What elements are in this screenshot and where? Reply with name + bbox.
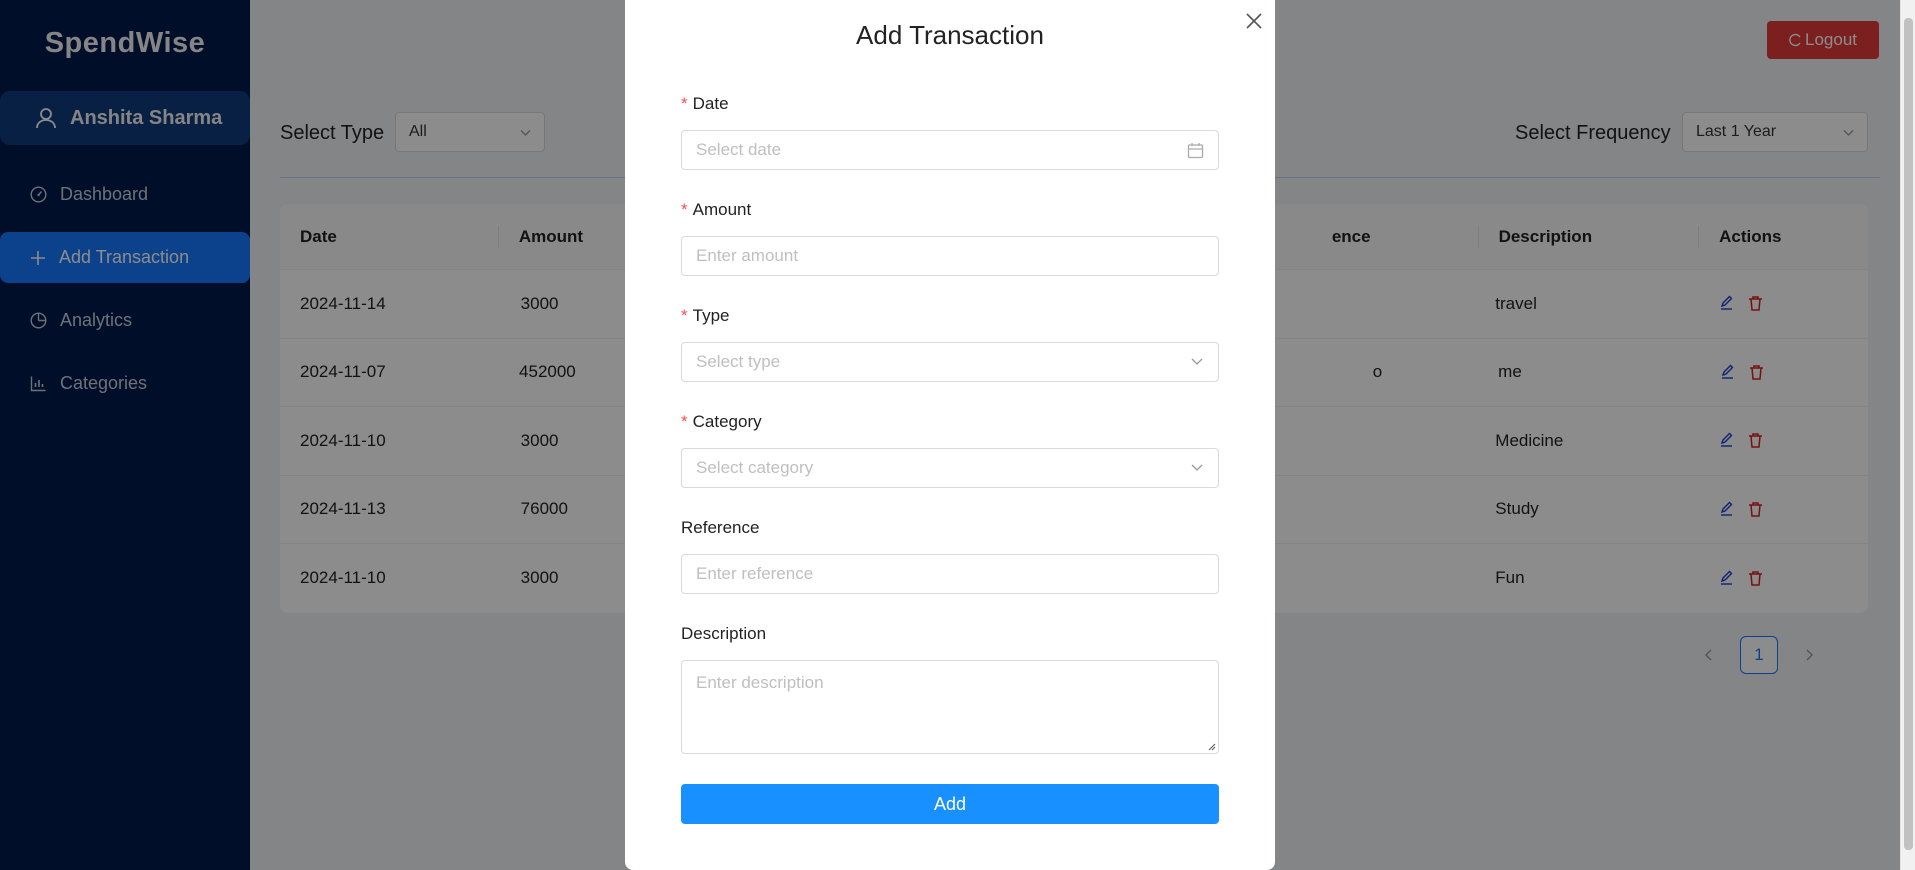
form-group-type: * Type Select type xyxy=(681,304,1219,382)
reference-input[interactable]: Enter reference xyxy=(681,554,1219,594)
reference-label: Reference xyxy=(681,518,760,537)
close-icon[interactable] xyxy=(1243,10,1265,32)
description-textarea[interactable]: Enter description xyxy=(681,660,1219,754)
category-placeholder: Select category xyxy=(696,458,814,477)
add-transaction-modal: Add Transaction * Date Select date * Amoun… xyxy=(625,0,1275,870)
page-scrollbar[interactable] xyxy=(1900,0,1915,870)
resize-handle-icon[interactable] xyxy=(1206,741,1216,751)
date-label: * Date xyxy=(681,94,729,113)
form-group-amount: * Amount Enter amount xyxy=(681,198,1219,276)
calendar-icon xyxy=(1187,143,1204,159)
form-group-reference: Reference Enter reference xyxy=(681,516,1219,594)
category-select[interactable]: Select category xyxy=(681,448,1219,488)
type-select[interactable]: Select type xyxy=(681,342,1219,382)
chevron-down-icon xyxy=(1191,464,1203,471)
category-label: * Category xyxy=(681,412,762,431)
transaction-form: * Date Select date * Amount Enter amount *… xyxy=(681,92,1219,824)
type-placeholder: Select type xyxy=(696,352,781,371)
date-placeholder: Select date xyxy=(696,140,782,159)
form-group-description: Description Enter description xyxy=(681,622,1219,754)
amount-placeholder: Enter amount xyxy=(696,246,799,265)
required-mark: * xyxy=(681,412,688,431)
required-mark: * xyxy=(681,200,688,219)
description-label: Description xyxy=(681,624,767,643)
form-group-category: * Category Select category xyxy=(681,410,1219,488)
amount-label: * Amount xyxy=(681,200,752,219)
description-placeholder: Enter description xyxy=(696,673,824,692)
chevron-down-icon xyxy=(1191,358,1203,365)
type-label: * Type xyxy=(681,306,730,325)
modal-title: Add Transaction xyxy=(856,20,1044,50)
form-group-date: * Date Select date xyxy=(681,92,1219,170)
required-mark: * xyxy=(681,306,688,325)
required-mark: * xyxy=(681,94,688,113)
amount-input[interactable]: Enter amount xyxy=(681,236,1219,276)
scrollbar-thumb[interactable] xyxy=(1904,18,1913,850)
reference-placeholder: Enter reference xyxy=(696,564,814,583)
date-picker[interactable]: Select date xyxy=(681,130,1219,170)
add-button[interactable]: Add xyxy=(681,784,1219,824)
